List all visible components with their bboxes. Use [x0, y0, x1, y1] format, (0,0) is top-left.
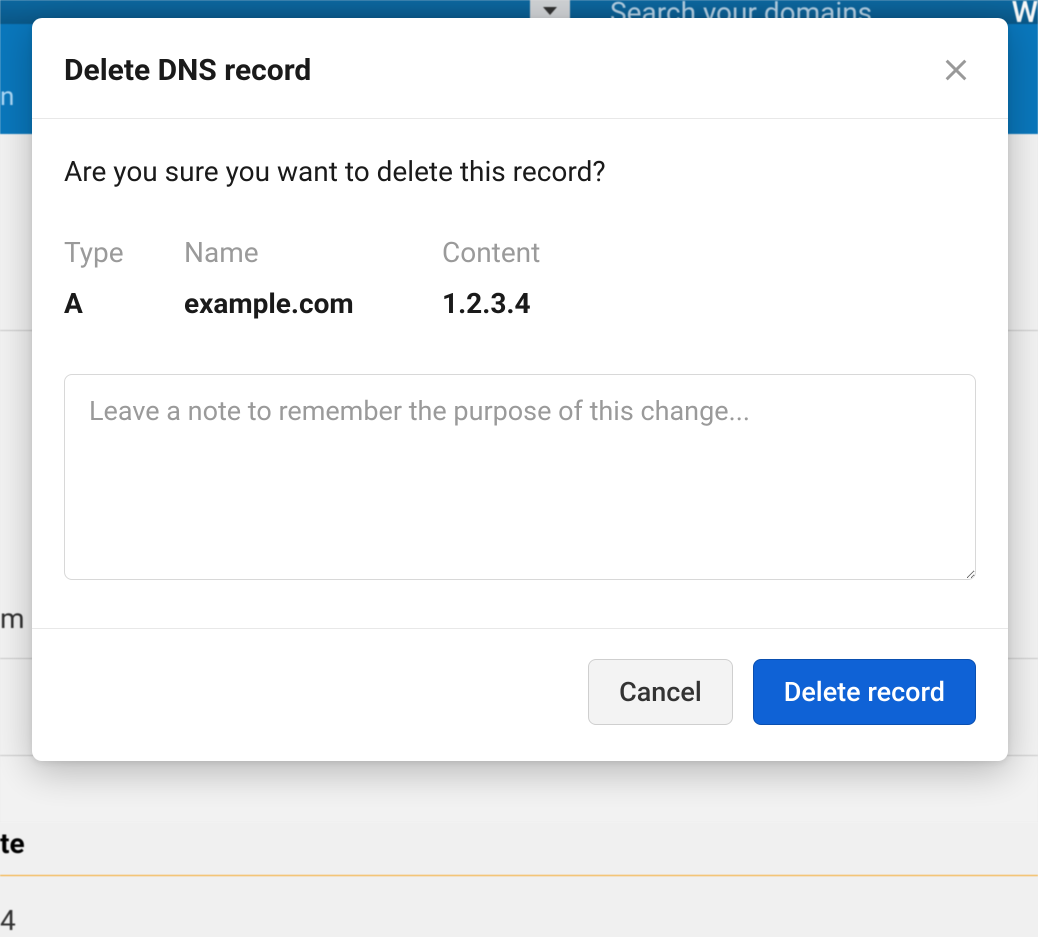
modal-footer: Cancel Delete record	[32, 628, 1008, 761]
modal-title: Delete DNS record	[64, 53, 311, 88]
delete-dns-record-modal: Delete DNS record Are you sure you want …	[32, 18, 1008, 761]
value-name: example.com	[184, 287, 442, 320]
record-table: Type Name Content A example.com 1.2.3.4	[64, 236, 976, 320]
header-name: Name	[184, 236, 442, 269]
close-icon	[942, 56, 970, 84]
note-textarea[interactable]	[64, 374, 976, 580]
bg-row-text-4: 4	[0, 904, 16, 937]
bg-divider-accent	[0, 814, 1038, 876]
value-content: 1.2.3.4	[442, 287, 976, 320]
confirmation-text: Are you sure you want to delete this rec…	[64, 155, 976, 188]
close-button[interactable]	[936, 50, 976, 90]
modal-body: Are you sure you want to delete this rec…	[32, 119, 1008, 628]
bg-row-text-te: te	[0, 827, 25, 860]
modal-header: Delete DNS record	[32, 18, 1008, 119]
header-content: Content	[442, 236, 976, 269]
cancel-button[interactable]: Cancel	[588, 659, 733, 725]
delete-record-button[interactable]: Delete record	[753, 659, 976, 725]
value-type: A	[64, 287, 184, 320]
header-type: Type	[64, 236, 184, 269]
